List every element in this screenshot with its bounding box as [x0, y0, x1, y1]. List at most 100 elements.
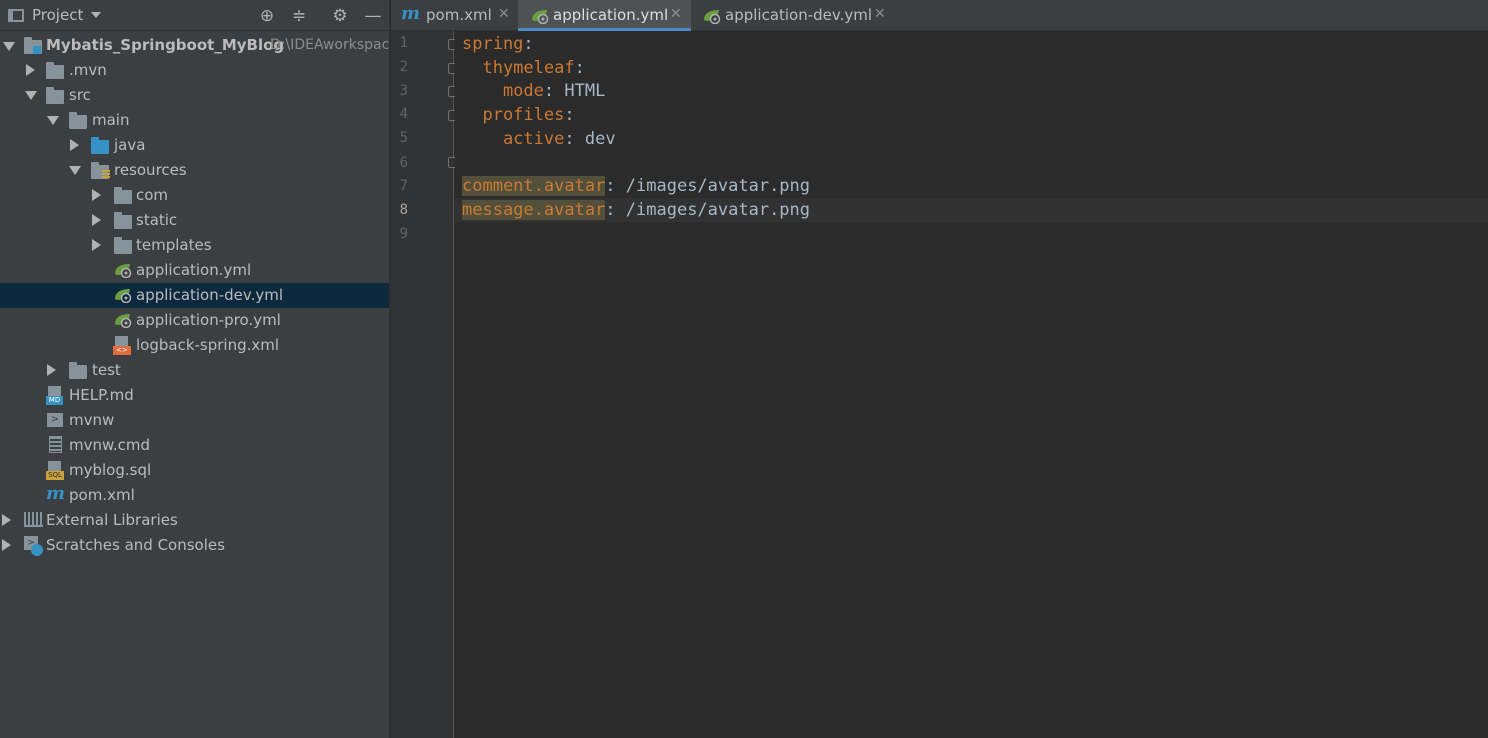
- code-line: comment.avatar: /images/avatar.png: [462, 174, 810, 198]
- yaml-sep: :: [564, 105, 575, 125]
- line-number: 4: [399, 106, 408, 122]
- line-number: 6: [399, 155, 408, 171]
- tree-item-src[interactable]: src: [0, 83, 389, 108]
- tab-application-dev-yml[interactable]: application-dev.yml ✕: [692, 0, 892, 31]
- expand-arrow-icon[interactable]: [25, 91, 37, 100]
- project-view-icon: [8, 8, 24, 22]
- yaml-value: HTML: [564, 81, 606, 101]
- expand-arrow-icon[interactable]: [26, 64, 35, 76]
- code-line: message.avatar: /images/avatar.png: [462, 198, 810, 222]
- tree-item-scratches[interactable]: > Scratches and Consoles: [0, 533, 389, 558]
- expand-arrow-icon[interactable]: [47, 116, 59, 125]
- line-number: 5: [399, 130, 408, 146]
- close-icon[interactable]: ✕: [874, 6, 886, 22]
- tree-item-label: .mvn: [69, 61, 107, 79]
- sql-badge-icon: SQL: [46, 471, 64, 480]
- tab-pom-xml[interactable]: m pom.xml ✕: [391, 0, 517, 31]
- tree-item-label: templates: [136, 236, 212, 254]
- libraries-icon: [24, 512, 43, 527]
- tree-item-label: logback-spring.xml: [136, 336, 280, 354]
- maven-icon: m: [46, 483, 66, 504]
- tab-label: pom.xml: [426, 6, 492, 24]
- expand-arrow-icon[interactable]: [92, 189, 101, 201]
- text-file-icon: [49, 436, 62, 453]
- expand-arrow-icon[interactable]: [2, 514, 11, 526]
- tree-item-mvnw[interactable]: > mvnw: [0, 408, 389, 433]
- tree-item-pom-xml[interactable]: m pom.xml: [0, 483, 389, 508]
- tree-item-main[interactable]: main: [0, 108, 389, 133]
- expand-arrow-icon[interactable]: [70, 139, 79, 151]
- tree-item-static[interactable]: static: [0, 208, 389, 233]
- tree-item-mvnw-cmd[interactable]: mvnw.cmd: [0, 433, 389, 458]
- yaml-key: thymeleaf: [462, 58, 575, 78]
- yaml-key: comment.avatar: [462, 176, 606, 196]
- expand-arrow-icon[interactable]: [69, 166, 81, 175]
- tab-application-yml[interactable]: application.yml ✕: [518, 0, 691, 31]
- project-panel-header: Project ⊕ ≑ ⚙ —: [0, 0, 389, 31]
- yaml-sep: :: [605, 200, 626, 220]
- tree-item-myblog-sql[interactable]: SQL myblog.sql: [0, 458, 389, 483]
- maven-icon: m: [401, 3, 421, 24]
- close-icon[interactable]: ✕: [498, 6, 510, 22]
- folder-icon: [114, 212, 132, 229]
- tree-item-help-md[interactable]: MD HELP.md: [0, 383, 389, 408]
- chevron-down-icon[interactable]: [91, 12, 102, 18]
- tree-item-logback-spring-xml[interactable]: <> logback-spring.xml: [0, 333, 389, 358]
- tree-item-mvn[interactable]: .mvn: [0, 58, 389, 83]
- code-line: profiles:: [462, 103, 575, 127]
- expand-arrow-icon[interactable]: [47, 364, 56, 376]
- minimize-icon[interactable]: —: [363, 6, 383, 26]
- expand-arrow-icon[interactable]: [2, 539, 11, 551]
- script-file-icon: >: [47, 413, 63, 427]
- line-number: 2: [399, 59, 408, 75]
- yaml-value: /images/avatar.png: [625, 200, 811, 220]
- tree-item-label: Mybatis_Springboot_MyBlog: [46, 36, 285, 54]
- folder-icon: [114, 187, 132, 204]
- spring-yaml-icon: [704, 10, 721, 24]
- tree-item-label: static: [136, 211, 178, 229]
- tree-item-label: mvnw: [69, 411, 115, 429]
- locate-icon[interactable]: ⊕: [257, 6, 277, 26]
- yaml-value: dev: [584, 129, 616, 149]
- expand-arrow-icon[interactable]: [92, 214, 101, 226]
- gear-icon[interactable]: ⚙: [330, 6, 350, 26]
- line-number: 7: [399, 178, 408, 194]
- tree-item-label: pom.xml: [69, 486, 135, 504]
- scratches-badge-icon: [31, 544, 43, 556]
- tree-item-application-pro-yml[interactable]: application-pro.yml: [0, 308, 389, 333]
- tree-item-java[interactable]: java: [0, 133, 389, 158]
- yaml-value: /images/avatar.png: [625, 176, 811, 196]
- tree-item-external-libraries[interactable]: External Libraries: [0, 508, 389, 533]
- close-icon[interactable]: ✕: [670, 6, 682, 22]
- tree-item-label: application-dev.yml: [136, 286, 284, 304]
- tree-item-label: Scratches and Consoles: [46, 536, 225, 554]
- tree-item-application-dev-yml[interactable]: application-dev.yml: [0, 283, 389, 308]
- project-view-dropdown[interactable]: Project: [32, 6, 83, 24]
- code-line: mode: HTML: [462, 79, 605, 103]
- tree-item-resources[interactable]: resources: [0, 158, 389, 183]
- tree-item-label: com: [136, 186, 169, 204]
- tree-item-label: myblog.sql: [69, 461, 152, 479]
- project-path-hint: D:\IDEAworkspac: [270, 37, 390, 53]
- expand-arrow-icon[interactable]: [92, 239, 101, 251]
- yaml-sep: :: [543, 81, 565, 101]
- tree-item-templates[interactable]: templates: [0, 233, 389, 258]
- yaml-sep: :: [564, 129, 585, 149]
- folder-icon: [69, 112, 87, 129]
- editor-tab-bar: m pom.xml ✕ application.yml ✕ applicatio…: [391, 0, 1488, 31]
- tree-item-project-root[interactable]: Mybatis_Springboot_MyBlog D:\IDEAworkspa…: [0, 33, 389, 58]
- tree-item-label: application-pro.yml: [136, 311, 281, 329]
- line-number: 1: [399, 35, 408, 51]
- tree-item-label: External Libraries: [46, 511, 178, 529]
- tree-item-label: HELP.md: [69, 386, 134, 404]
- editor-gutter: 1 2 3 4 5 6 7 8 9: [391, 31, 458, 738]
- tree-item-test[interactable]: test: [0, 358, 389, 383]
- expand-arrow-icon[interactable]: [3, 42, 15, 51]
- code-line: active: dev: [462, 127, 616, 151]
- collapse-all-icon[interactable]: ≑: [289, 6, 309, 26]
- tree-item-com[interactable]: com: [0, 183, 389, 208]
- code-editor[interactable]: spring: thymeleaf: mode: HTML profiles: …: [455, 31, 1488, 738]
- tree-item-application-yml[interactable]: application.yml: [0, 258, 389, 283]
- tree-item-label: java: [114, 136, 146, 154]
- line-number: 8: [399, 202, 408, 218]
